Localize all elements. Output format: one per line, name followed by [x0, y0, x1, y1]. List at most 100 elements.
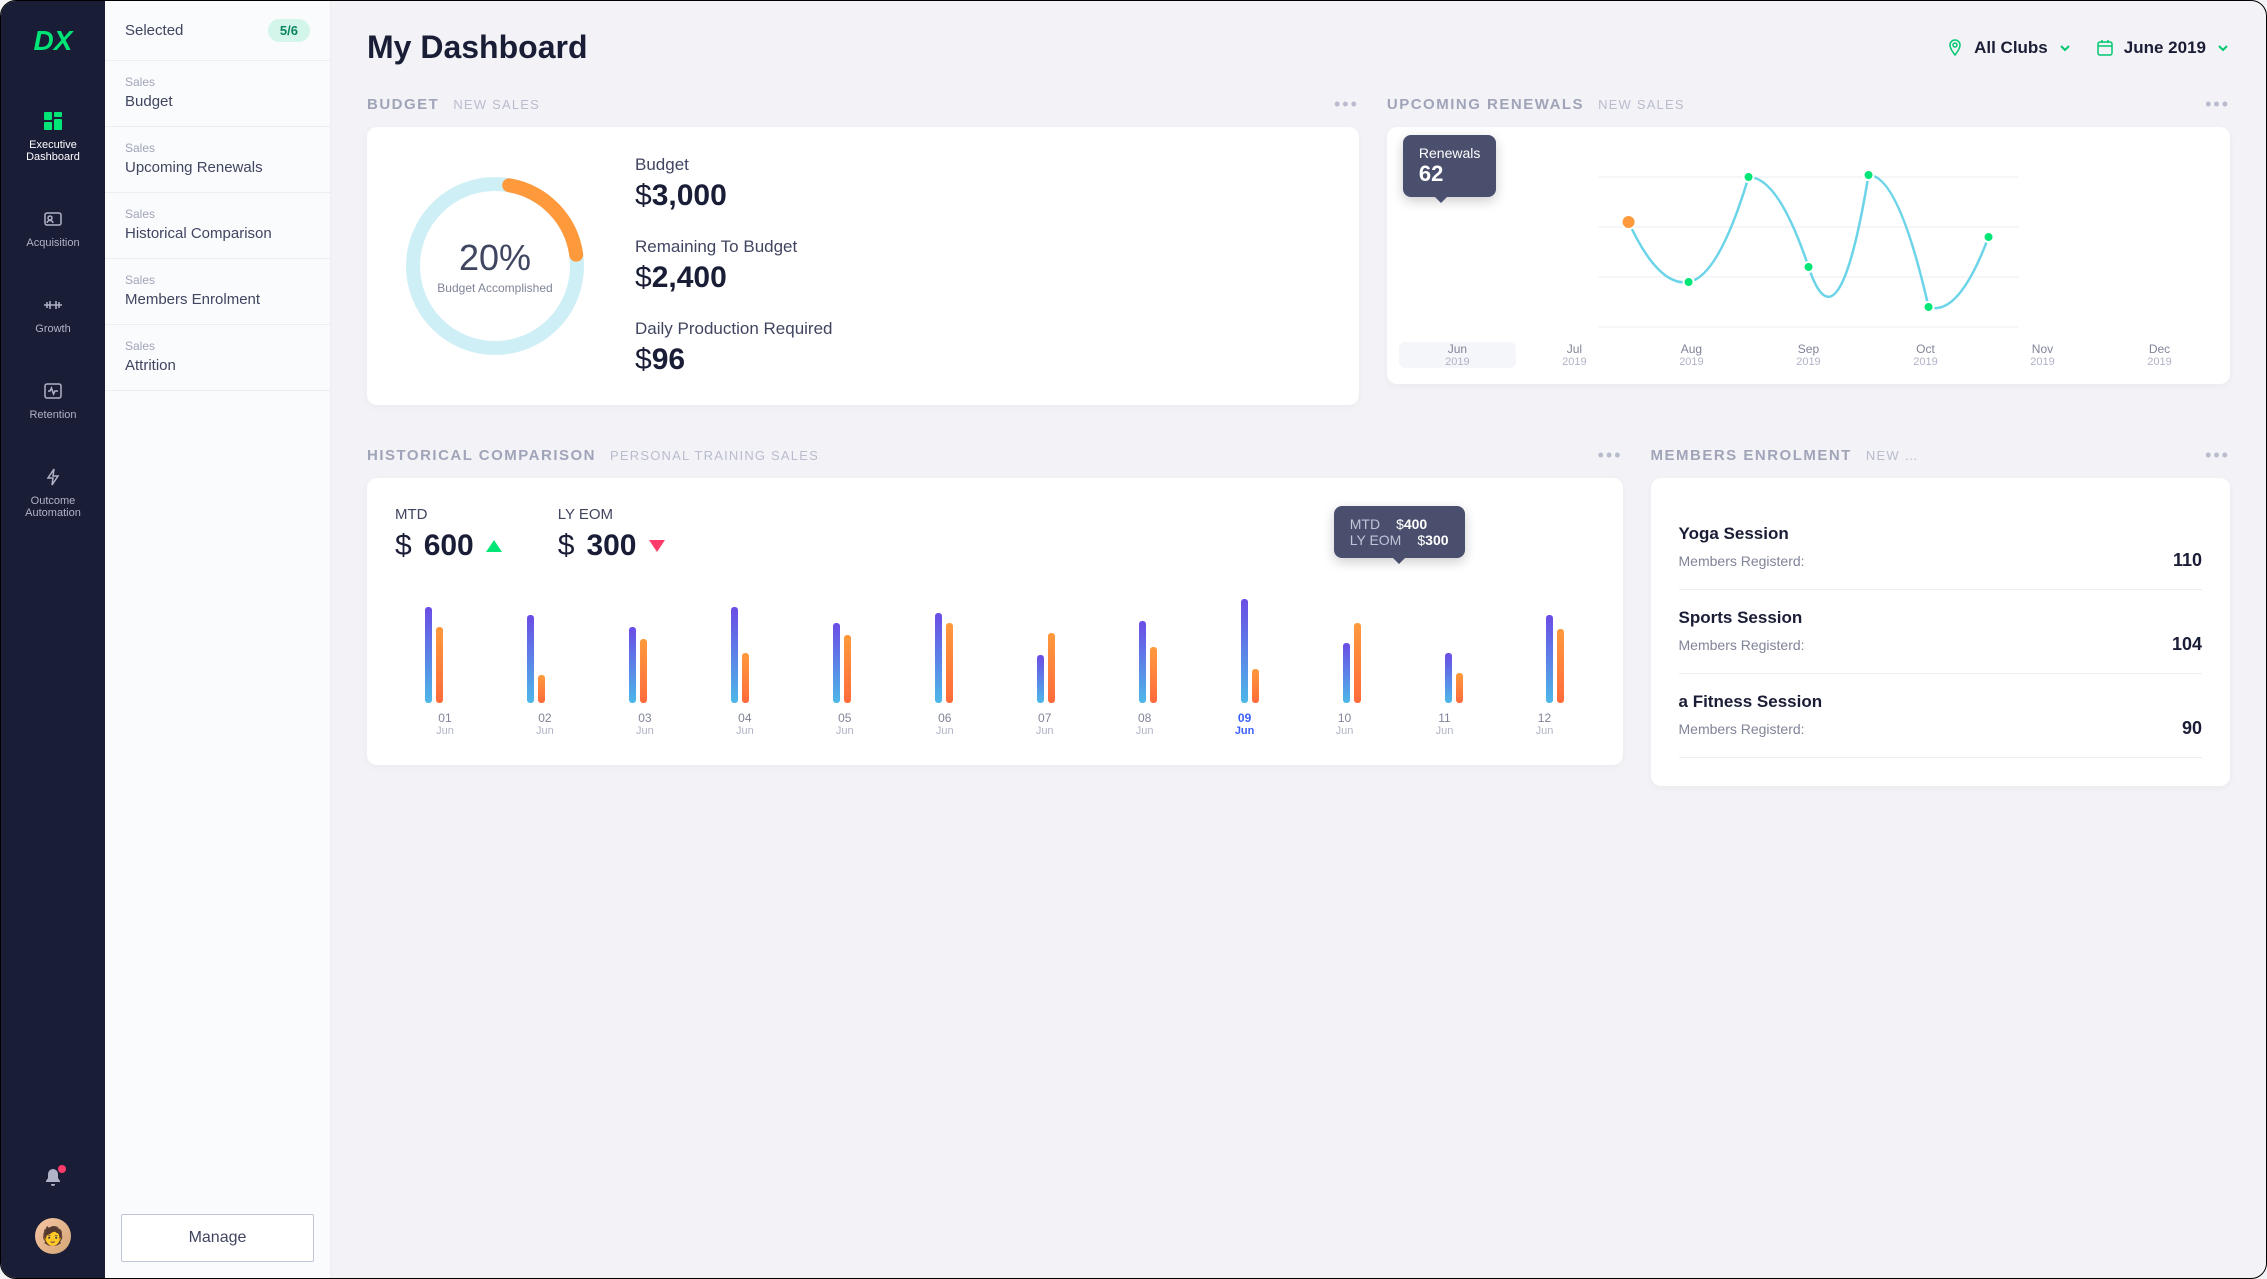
tooltip-value: 62 — [1419, 161, 1480, 187]
x-tick: Aug2019 — [1633, 342, 1750, 368]
mtd-label: MTD — [395, 506, 502, 523]
budget-title: BUDGET — [367, 96, 439, 113]
x-tick: Jul2019 — [1516, 342, 1633, 368]
pulse-icon — [41, 379, 65, 403]
sidebar-item-enrolment[interactable]: Sales Members Enrolment — [105, 259, 330, 325]
budget-pct-label: Budget Accomplished — [437, 281, 552, 295]
x-tick: Sep2019 — [1750, 342, 1867, 368]
date-filter-label: June 2019 — [2124, 38, 2206, 58]
sidebar-item-attrition[interactable]: Sales Attrition — [105, 325, 330, 391]
budget-pct: 20% — [459, 237, 531, 279]
enrolment-name: a Fitness Session — [1679, 692, 2202, 712]
sidebar-item-name: Attrition — [125, 357, 310, 374]
sidebar-item-category: Sales — [125, 339, 310, 353]
trend-down-icon — [649, 540, 665, 552]
nav-outcome-automation[interactable]: Outcome Automation — [1, 453, 105, 531]
nav-retention[interactable]: Retention — [1, 367, 105, 433]
stat-value: $96 — [635, 343, 833, 377]
sidebar-item-name: Budget — [125, 93, 310, 110]
selected-list: Sales Budget Sales Upcoming Renewals Sal… — [105, 61, 330, 1198]
selected-label: Selected — [125, 22, 183, 39]
sidebar-item-name: Members Enrolment — [125, 291, 310, 308]
nav-label: Growth — [35, 323, 70, 335]
historical-tooltip: MTD$400 LY EOM$300 — [1334, 506, 1465, 558]
stat-label: Daily Production Required — [635, 319, 833, 339]
enrolment-more-button[interactable]: ••• — [2205, 445, 2230, 466]
budget-widget: BUDGET NEW SALES ••• 20% Budget Accompli… — [367, 94, 1359, 405]
stat-value: $3,000 — [635, 179, 833, 213]
historical-x-axis: 01Jun02Jun03Jun04Jun05Jun06Jun07Jun08Jun… — [395, 711, 1595, 737]
grid-icon — [41, 109, 65, 133]
historical-more-button[interactable]: ••• — [1598, 445, 1623, 466]
sidebar-item-historical[interactable]: Sales Historical Comparison — [105, 193, 330, 259]
logo: DX — [34, 25, 73, 57]
enrolment-widget: MEMBERS ENROLMENT NEW S... ••• Yoga Sess… — [1651, 445, 2230, 786]
historical-subtitle: PERSONAL TRAINING SALES — [610, 448, 819, 463]
lyeom-value: $300 — [558, 529, 665, 563]
sidebar-item-name: Historical Comparison — [125, 225, 310, 242]
enrolment-label: Members Registerd: — [1679, 553, 1805, 569]
stat-label: Budget — [635, 155, 833, 175]
stat-value: $2,400 — [635, 261, 833, 295]
enrolment-label: Members Registerd: — [1679, 721, 1805, 737]
x-tick: Dec2019 — [2101, 342, 2218, 368]
renewals-subtitle: NEW SALES — [1598, 97, 1685, 112]
budget-subtitle: NEW SALES — [453, 97, 540, 112]
budget-more-button[interactable]: ••• — [1334, 94, 1359, 115]
chevron-down-icon — [2058, 41, 2072, 55]
date-filter[interactable]: June 2019 — [2096, 38, 2230, 58]
nav-acquisition[interactable]: Acquisition — [1, 195, 105, 261]
enrolment-label: Members Registerd: — [1679, 637, 1805, 653]
enrolment-count: 90 — [2182, 718, 2202, 739]
nav-label: Retention — [29, 409, 76, 421]
x-tick: Oct2019 — [1867, 342, 1984, 368]
nav-label: Executive Dashboard — [5, 139, 101, 163]
enrolment-count: 104 — [2172, 634, 2202, 655]
sidebar-item-category: Sales — [125, 207, 310, 221]
historical-title: HISTORICAL COMPARISON — [367, 447, 596, 464]
renewals-tooltip: Renewals 62 — [1403, 135, 1496, 197]
lyeom-label: LY EOM — [558, 506, 665, 523]
calendar-icon — [2096, 39, 2114, 57]
renewals-more-button[interactable]: ••• — [2205, 94, 2230, 115]
manage-button[interactable]: Manage — [121, 1214, 314, 1262]
enrolment-title: MEMBERS ENROLMENT — [1651, 447, 1852, 464]
x-tick: Jun2019 — [1399, 342, 1516, 368]
notifications-button[interactable] — [42, 1167, 64, 1194]
renewals-title: UPCOMING RENEWALS — [1387, 96, 1584, 113]
barbell-icon — [41, 293, 65, 317]
historical-widget: HISTORICAL COMPARISON PERSONAL TRAINING … — [367, 445, 1623, 786]
id-icon — [41, 207, 65, 231]
chevron-down-icon — [2216, 41, 2230, 55]
enrolment-name: Sports Session — [1679, 608, 2202, 628]
nav-growth[interactable]: Growth — [1, 281, 105, 347]
x-tick: Nov2019 — [1984, 342, 2101, 368]
sidebar-item-name: Upcoming Renewals — [125, 159, 310, 176]
page-title: My Dashboard — [367, 29, 1922, 66]
renewals-x-axis: Jun2019 Jul2019 Aug2019 Sep2019 Oct2019 … — [1399, 342, 2218, 368]
notification-dot — [58, 1165, 66, 1173]
avatar[interactable]: 🧑 — [35, 1218, 71, 1254]
renewals-line-chart — [1399, 147, 2218, 337]
pin-icon — [1946, 39, 1964, 57]
nav-label: Outcome Automation — [5, 495, 101, 519]
tooltip-label: Renewals — [1419, 145, 1480, 161]
sidebar-item-category: Sales — [125, 273, 310, 287]
mtd-value: $600 — [395, 529, 502, 563]
sidebar-item-category: Sales — [125, 75, 310, 89]
sidebar-item-category: Sales — [125, 141, 310, 155]
trend-up-icon — [486, 540, 502, 552]
stat-label: Remaining To Budget — [635, 237, 833, 257]
historical-bar-chart — [395, 583, 1595, 703]
bolt-icon — [41, 465, 65, 489]
main-content: My Dashboard All Clubs June 2019 BUDGET … — [331, 1, 2266, 1278]
selected-count-badge: 5/6 — [268, 19, 310, 42]
renewals-widget: UPCOMING RENEWALS NEW SALES ••• Renewals… — [1387, 94, 2230, 405]
enrolment-subtitle: NEW S... — [1866, 448, 1926, 463]
nav-label: Acquisition — [26, 237, 79, 249]
nav-executive-dashboard[interactable]: Executive Dashboard — [1, 97, 105, 175]
sidebar-item-renewals[interactable]: Sales Upcoming Renewals — [105, 127, 330, 193]
club-filter[interactable]: All Clubs — [1946, 38, 2072, 58]
sidebar-item-budget[interactable]: Sales Budget — [105, 61, 330, 127]
enrolment-name: Yoga Session — [1679, 524, 2202, 544]
